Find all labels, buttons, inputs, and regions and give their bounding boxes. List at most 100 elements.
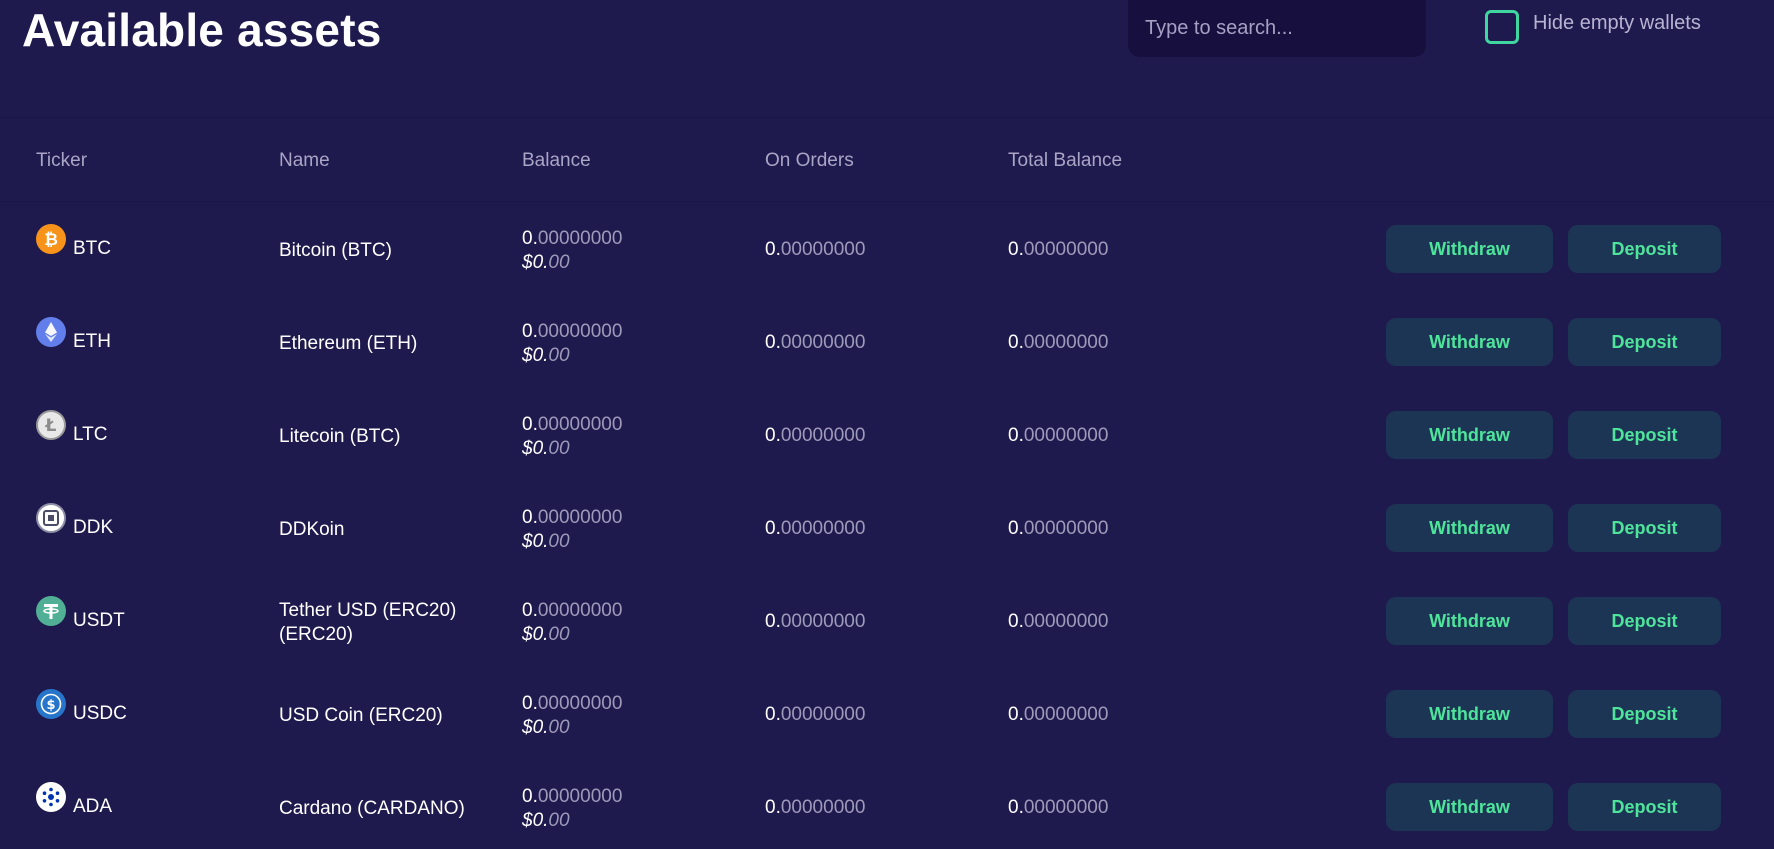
usd-int: $0. <box>522 345 549 366</box>
on-orders: 0.00000000 <box>765 797 865 819</box>
on-orders: 0.00000000 <box>765 425 865 447</box>
orders-dec: 00000000 <box>780 425 866 446</box>
orders-dec: 00000000 <box>780 611 866 632</box>
deposit-button[interactable]: Deposit <box>1568 504 1721 552</box>
search-input[interactable] <box>1145 17 1426 40</box>
page-title: Available assets <box>22 4 382 56</box>
withdraw-button[interactable]: Withdraw <box>1386 597 1553 645</box>
asset-name: DDKoin <box>279 519 345 540</box>
balance: 0.00000000 $0.00 <box>522 413 622 461</box>
usd-dec: 00 <box>548 252 570 273</box>
on-orders: 0.00000000 <box>765 704 865 726</box>
orders-int: 0. <box>765 239 781 260</box>
table-row: ADA Cardano (CARDANO) 0.00000000 $0.00 0… <box>0 761 1774 849</box>
bitcoin-icon: ₿ <box>36 224 66 254</box>
table-header: Ticker Name Balance On Orders Total Bala… <box>0 118 1774 202</box>
balance-dec: 00000000 <box>537 228 623 249</box>
withdraw-button[interactable]: Withdraw <box>1386 411 1553 459</box>
page-header: Available assets Hide empty wallets <box>0 0 1774 118</box>
tether-icon <box>36 596 66 626</box>
balance-dec: 00000000 <box>537 693 623 714</box>
on-orders: 0.00000000 <box>765 239 865 261</box>
search-box[interactable] <box>1128 0 1426 57</box>
withdraw-button[interactable]: Withdraw <box>1386 504 1553 552</box>
balance-dec: 00000000 <box>537 786 623 807</box>
ticker: ADA <box>73 796 113 817</box>
total-balance: 0.00000000 <box>1008 239 1108 261</box>
deposit-button[interactable]: Deposit <box>1568 318 1721 366</box>
ticker: BTC <box>73 238 111 259</box>
usd-dec: 00 <box>548 810 570 831</box>
balance-int: 0. <box>522 414 538 435</box>
column-header-total-balance: Total Balance <box>1008 150 1123 171</box>
on-orders: 0.00000000 <box>765 518 865 540</box>
balance: 0.00000000 $0.00 <box>522 785 622 833</box>
total-int: 0. <box>1008 332 1024 353</box>
balance-int: 0. <box>522 693 538 714</box>
balance: 0.00000000 $0.00 <box>522 599 622 647</box>
orders-dec: 00000000 <box>780 704 866 725</box>
orders-int: 0. <box>765 704 781 725</box>
hide-empty-wallets-toggle[interactable]: Hide empty wallets <box>1485 10 1701 44</box>
asset-name: Ethereum (ETH) <box>279 333 418 354</box>
asset-name: USD Coin (ERC20) <box>279 705 443 726</box>
ticker: USDC <box>73 703 127 724</box>
balance-int: 0. <box>522 228 538 249</box>
usd-int: $0. <box>522 252 549 273</box>
ticker: DDK <box>73 517 114 538</box>
svg-text:$: $ <box>46 698 55 713</box>
asset-name: Cardano (CARDANO) <box>279 798 465 819</box>
withdraw-button[interactable]: Withdraw <box>1386 318 1553 366</box>
cardano-icon <box>36 782 66 812</box>
table-row: DDK DDKoin 0.00000000 $0.00 0.00000000 0… <box>0 482 1774 575</box>
total-dec: 00000000 <box>1023 239 1109 260</box>
total-dec: 00000000 <box>1023 797 1109 818</box>
orders-dec: 00000000 <box>780 239 866 260</box>
ticker: LTC <box>73 424 108 445</box>
total-int: 0. <box>1008 425 1024 446</box>
withdraw-button[interactable]: Withdraw <box>1386 690 1553 738</box>
usd-dec: 00 <box>548 438 570 459</box>
balance-dec: 00000000 <box>537 507 623 528</box>
withdraw-button[interactable]: Withdraw <box>1386 783 1553 831</box>
deposit-button[interactable]: Deposit <box>1568 411 1721 459</box>
asset-name: Tether USD (ERC20) (ERC20) <box>279 600 457 645</box>
balance-dec: 00000000 <box>537 600 623 621</box>
asset-name: Bitcoin (BTC) <box>279 240 392 261</box>
usd-int: $0. <box>522 624 549 645</box>
column-header-on-orders: On Orders <box>765 150 854 171</box>
column-header-name: Name <box>279 150 330 171</box>
total-balance: 0.00000000 <box>1008 332 1108 354</box>
usd-dec: 00 <box>548 531 570 552</box>
deposit-button[interactable]: Deposit <box>1568 690 1721 738</box>
orders-int: 0. <box>765 518 781 539</box>
deposit-button[interactable]: Deposit <box>1568 225 1721 273</box>
balance-int: 0. <box>522 507 538 528</box>
ddkoin-icon <box>36 503 66 533</box>
table-row: Ł LTC Litecoin (BTC) 0.00000000 $0.00 0.… <box>0 389 1774 482</box>
total-balance: 0.00000000 <box>1008 797 1108 819</box>
total-int: 0. <box>1008 611 1024 632</box>
ticker: USDT <box>73 610 125 631</box>
total-int: 0. <box>1008 239 1024 260</box>
withdraw-button[interactable]: Withdraw <box>1386 225 1553 273</box>
usd-int: $0. <box>522 438 549 459</box>
table-row: ETH Ethereum (ETH) 0.00000000 $0.00 0.00… <box>0 296 1774 389</box>
balance: 0.00000000 $0.00 <box>522 227 622 275</box>
svg-text:₿: ₿ <box>44 230 58 250</box>
svg-text:Ł: Ł <box>45 416 57 436</box>
hide-empty-checkbox[interactable] <box>1485 10 1519 44</box>
usd-int: $0. <box>522 717 549 738</box>
ticker: ETH <box>73 331 111 352</box>
deposit-button[interactable]: Deposit <box>1568 597 1721 645</box>
balance-int: 0. <box>522 600 538 621</box>
balance-int: 0. <box>522 321 538 342</box>
orders-int: 0. <box>765 425 781 446</box>
deposit-button[interactable]: Deposit <box>1568 783 1721 831</box>
on-orders: 0.00000000 <box>765 332 865 354</box>
column-header-ticker: Ticker <box>36 150 88 171</box>
hide-empty-label: Hide empty wallets <box>1533 12 1701 34</box>
total-balance: 0.00000000 <box>1008 704 1108 726</box>
orders-dec: 00000000 <box>780 518 866 539</box>
usd-int: $0. <box>522 810 549 831</box>
